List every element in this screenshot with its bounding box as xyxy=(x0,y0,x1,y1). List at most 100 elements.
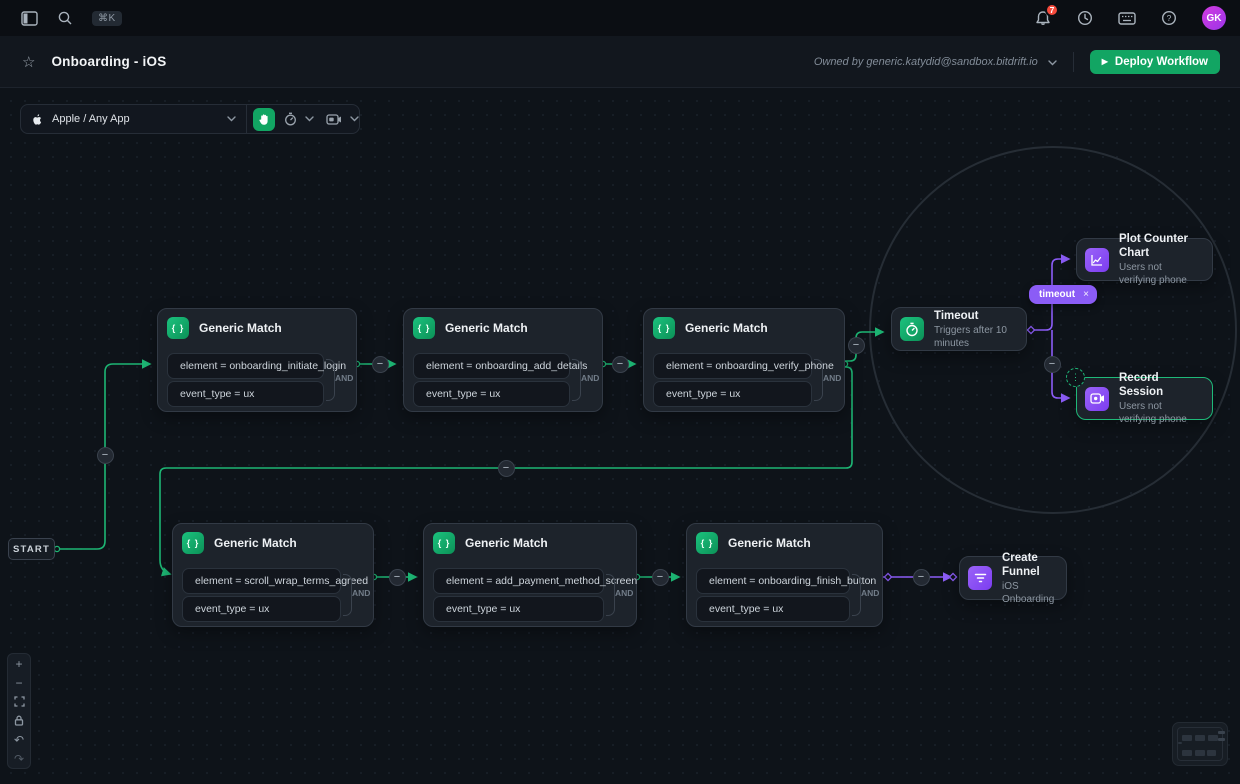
and-bracket xyxy=(572,359,581,401)
collapse-edge-button[interactable]: − xyxy=(498,460,515,477)
node-title: Plot Counter Chart xyxy=(1119,232,1200,260)
edges-layer xyxy=(0,88,1240,784)
workflow-title-bar: ☆ Onboarding - iOS Owned by generic.katy… xyxy=(0,36,1240,88)
hand-tool-button[interactable] xyxy=(253,108,275,131)
owner-label: Owned by generic.katydid@sandbox.bitdrif… xyxy=(814,56,1038,68)
platform-label: Apple / Any App xyxy=(52,113,218,125)
fit-view-button[interactable] xyxy=(8,692,30,711)
history-clock-icon[interactable] xyxy=(1076,9,1094,27)
platform-chevron-down-icon xyxy=(227,116,236,122)
remove-timeout-icon[interactable]: × xyxy=(1083,289,1089,300)
braces-icon: { } xyxy=(413,317,435,339)
redo-button[interactable]: ↷ xyxy=(8,749,30,768)
match-rule[interactable]: element = scroll_wrap_terms_agreed xyxy=(182,568,341,594)
apple-icon xyxy=(32,113,43,126)
search-shortcut-badge: ⌘K xyxy=(92,11,122,26)
node-title: Generic Match xyxy=(445,321,528,335)
start-node[interactable]: START xyxy=(8,538,55,560)
timer-chevron-down-icon[interactable] xyxy=(305,116,314,122)
minimap[interactable] xyxy=(1172,722,1228,766)
search-icon[interactable] xyxy=(56,9,74,27)
and-operator: AND xyxy=(615,588,636,598)
minimap-node xyxy=(1182,735,1192,741)
match-rule[interactable]: element = onboarding_initiate_login xyxy=(167,353,324,379)
braces-icon: { } xyxy=(182,532,204,554)
match-rule[interactable]: element = onboarding_add_details xyxy=(413,353,570,379)
port-match6-out[interactable] xyxy=(884,573,891,580)
user-avatar[interactable]: GK xyxy=(1202,6,1226,30)
match-rule[interactable]: event_type = ux xyxy=(413,381,570,407)
match-rule[interactable]: element = onboarding_verify_phone xyxy=(653,353,812,379)
and-bracket xyxy=(326,359,335,401)
timeout-node[interactable]: Timeout Triggers after 10 minutes xyxy=(891,307,1027,351)
workflow-canvas[interactable]: Apple / Any App START { }Generic Match e… xyxy=(0,88,1240,784)
match-rule[interactable]: element = add_payment_method_screen xyxy=(433,568,604,594)
collapse-edge-button[interactable]: − xyxy=(97,447,114,464)
funnel-icon xyxy=(968,566,992,590)
session-camera-tool-icon[interactable] xyxy=(326,114,342,125)
help-icon[interactable]: ? xyxy=(1160,9,1178,27)
generic-match-node-6[interactable]: { } Generic Match element = onboarding_fi… xyxy=(686,523,883,627)
record-session-node[interactable]: Record Session Users not verifying phone xyxy=(1076,377,1213,420)
node-title: Generic Match xyxy=(685,321,768,335)
workflow-title: Onboarding - iOS xyxy=(51,54,166,69)
minimap-node xyxy=(1178,742,1182,744)
node-title: Create Funnel xyxy=(1002,551,1054,579)
create-funnel-node[interactable]: Create Funnel iOS Onboarding xyxy=(959,556,1067,600)
node-title: Generic Match xyxy=(728,536,811,550)
collapse-edge-button[interactable]: − xyxy=(389,569,406,586)
collapse-edge-button[interactable]: − xyxy=(1044,356,1061,373)
and-operator: AND xyxy=(823,373,844,383)
node-subtitle: iOS Onboarding xyxy=(1002,580,1054,606)
stopwatch-icon xyxy=(900,317,924,341)
port-start-out[interactable] xyxy=(54,546,59,551)
node-menu-button[interactable]: ⋮ xyxy=(1066,368,1085,387)
collapse-edge-button[interactable]: − xyxy=(913,569,930,586)
minimap-node xyxy=(1195,735,1205,741)
sidebar-toggle-icon[interactable] xyxy=(20,9,38,27)
match-rule[interactable]: event_type = ux xyxy=(167,381,324,407)
match-rule[interactable]: event_type = ux xyxy=(653,381,812,407)
canvas-zoom-controls: + − ↶ ↷ xyxy=(7,653,31,769)
minimap-node xyxy=(1208,735,1218,741)
node-title: Generic Match xyxy=(214,536,297,550)
braces-icon: { } xyxy=(696,532,718,554)
keyboard-icon[interactable] xyxy=(1118,9,1136,27)
undo-button[interactable]: ↶ xyxy=(8,730,30,749)
port-timeout-out[interactable] xyxy=(1027,326,1034,333)
and-bracket xyxy=(814,359,823,401)
collapse-edge-button[interactable]: − xyxy=(612,356,629,373)
deploy-workflow-button[interactable]: ▶ Deploy Workflow xyxy=(1090,50,1220,74)
collapse-edge-button[interactable]: − xyxy=(848,337,865,354)
platform-selector[interactable]: Apple / Any App xyxy=(21,105,246,133)
collapse-edge-button[interactable]: − xyxy=(372,356,389,373)
timeout-edge-badge[interactable]: timeout × xyxy=(1029,285,1097,304)
lock-interactivity-button[interactable] xyxy=(8,711,30,730)
generic-match-node-5[interactable]: { }Generic Match element = add_payment_m… xyxy=(423,523,637,627)
match-rule[interactable]: event_type = ux xyxy=(696,596,850,622)
favorite-star-icon[interactable]: ☆ xyxy=(22,53,35,71)
match-rule[interactable]: element = onboarding_finish_button xyxy=(696,568,850,594)
collapse-edge-button[interactable]: − xyxy=(652,569,669,586)
camera-chevron-down-icon[interactable] xyxy=(350,116,359,122)
generic-match-node-3[interactable]: { }Generic Match element = onboarding_ve… xyxy=(643,308,845,412)
notifications-bell-icon[interactable]: 7 xyxy=(1034,9,1052,27)
zoom-out-button[interactable]: − xyxy=(8,673,30,692)
and-operator: AND xyxy=(861,588,882,598)
match-rule[interactable]: event_type = ux xyxy=(182,596,341,622)
chart-icon xyxy=(1085,248,1109,272)
generic-match-node-2[interactable]: { } Generic Match element = onboarding_ad… xyxy=(403,308,603,412)
port-funnel-in[interactable] xyxy=(949,573,956,580)
plot-counter-chart-node[interactable]: Plot Counter Chart Users not verifying p… xyxy=(1076,238,1213,281)
node-subtitle: Users not verifying phone xyxy=(1119,261,1200,287)
match-rule[interactable]: event_type = ux xyxy=(433,596,604,622)
node-title: Record Session xyxy=(1119,371,1200,399)
generic-match-node-1[interactable]: { }Generic Match element = onboarding_in… xyxy=(157,308,357,412)
zoom-in-button[interactable]: + xyxy=(8,654,30,673)
and-bracket xyxy=(606,574,615,616)
timer-tool-icon[interactable] xyxy=(284,112,297,126)
svg-text:?: ? xyxy=(1167,13,1172,23)
video-camera-icon xyxy=(1085,387,1109,411)
owner-chevron-down-icon[interactable] xyxy=(1048,53,1057,71)
generic-match-node-4[interactable]: { } Generic Match element = scroll_wrap_t… xyxy=(172,523,374,627)
